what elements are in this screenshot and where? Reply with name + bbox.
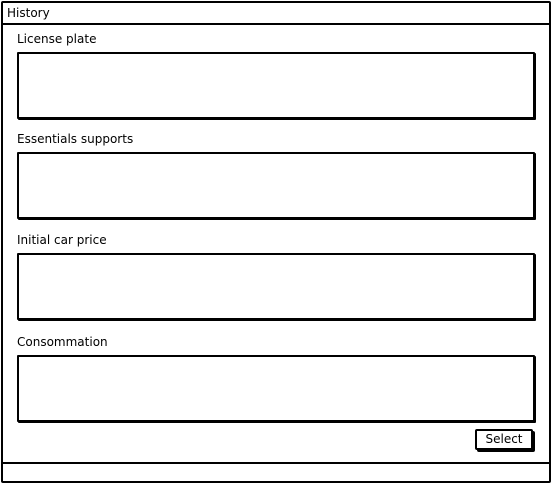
consommation-field[interactable]: [17, 355, 535, 422]
select-button[interactable]: Select: [475, 429, 533, 450]
status-bar: [3, 462, 549, 481]
initial-car-price-field[interactable]: [17, 253, 535, 320]
essentials-supports-field[interactable]: [17, 152, 535, 219]
window-title: History: [7, 6, 50, 20]
title-bar: History: [3, 3, 549, 25]
consommation-label: Consommation: [17, 335, 108, 349]
essentials-supports-label: Essentials supports: [17, 132, 134, 146]
license-plate-field[interactable]: [17, 52, 535, 119]
license-plate-label: License plate: [17, 32, 97, 46]
initial-car-price-label: Initial car price: [17, 233, 107, 247]
history-window: History License plate Essentials support…: [1, 1, 551, 483]
